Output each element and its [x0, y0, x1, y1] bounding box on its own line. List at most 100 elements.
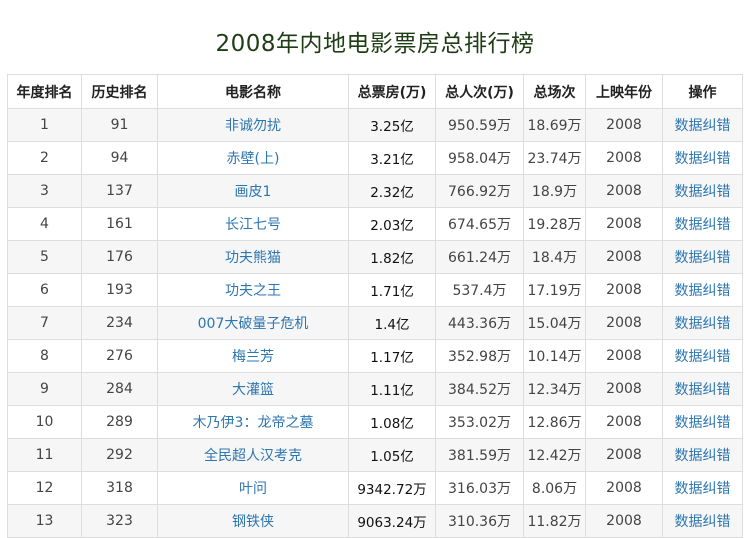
data-correction-link[interactable]: 数据纠错: [662, 471, 743, 505]
cell-box-office: 1.05亿: [348, 438, 436, 472]
cell-year-rank: 5: [7, 240, 82, 274]
header-action: 操作: [662, 74, 743, 109]
cell-release-year: 2008: [585, 504, 663, 538]
cell-shows: 15.04万: [523, 306, 586, 340]
cell-history-rank: 137: [81, 174, 158, 208]
cell-shows: 18.4万: [523, 240, 586, 274]
cell-release-year: 2008: [585, 273, 663, 307]
cell-box-office: 3.21亿: [348, 141, 436, 175]
table-row: 9 284 大灌篮 1.11亿 384.52万 12.34万 2008 数据纠错: [7, 372, 743, 406]
cell-history-rank: 176: [81, 240, 158, 274]
cell-box-office: 2.32亿: [348, 174, 436, 208]
cell-release-year: 2008: [585, 174, 663, 208]
cell-box-office: 1.08亿: [348, 405, 436, 439]
data-correction-link[interactable]: 数据纠错: [662, 438, 743, 472]
cell-release-year: 2008: [585, 405, 663, 439]
cell-shows: 12.42万: [523, 438, 586, 472]
film-name-link[interactable]: 画皮1: [157, 174, 349, 208]
cell-box-office: 9342.72万: [348, 471, 436, 505]
film-name-link[interactable]: 非诚勿扰: [157, 108, 349, 142]
page-title: 2008年内地电影票房总排行榜: [215, 31, 535, 57]
cell-audience: 381.59万: [435, 438, 524, 472]
header-year-rank: 年度排名: [7, 74, 82, 109]
cell-year-rank: 3: [7, 174, 82, 208]
film-name-link[interactable]: 木乃伊3：龙帝之墓: [157, 405, 349, 439]
cell-release-year: 2008: [585, 141, 663, 175]
data-correction-link[interactable]: 数据纠错: [662, 339, 743, 373]
cell-audience: 310.36万: [435, 504, 524, 538]
cell-box-office: 1.4亿: [348, 306, 436, 340]
cell-shows: 18.69万: [523, 108, 586, 142]
cell-history-rank: 292: [81, 438, 158, 472]
cell-year-rank: 7: [7, 306, 82, 340]
header-film-name: 电影名称: [157, 74, 349, 109]
cell-shows: 23.74万: [523, 141, 586, 175]
table-body: 1 91 非诚勿扰 3.25亿 950.59万 18.69万 2008 数据纠错 2 94 赤壁(上…: [7, 108, 743, 538]
table-row: 13 323 钢铁侠 9063.24万 310.36万 11.82万 2008 数据纠错: [7, 504, 743, 538]
table-row: 3 137 画皮1 2.32亿 766.92万 18.9万 2008 数据纠错: [7, 174, 743, 208]
cell-audience: 352.98万: [435, 339, 524, 373]
cell-history-rank: 193: [81, 273, 158, 307]
data-correction-link[interactable]: 数据纠错: [662, 306, 743, 340]
table-row: 5 176 功夫熊猫 1.82亿 661.24万 18.4万 2008 数据纠错: [7, 240, 743, 274]
cell-box-office: 1.17亿: [348, 339, 436, 373]
cell-audience: 674.65万: [435, 207, 524, 241]
cell-year-rank: 13: [7, 504, 82, 538]
table-row: 4 161 长江七号 2.03亿 674.65万 19.28万 2008 数据纠错: [7, 207, 743, 241]
film-name-link[interactable]: 钢铁侠: [157, 504, 349, 538]
header-box-office: 总票房(万): [348, 74, 436, 109]
data-correction-link[interactable]: 数据纠错: [662, 207, 743, 241]
cell-audience: 353.02万: [435, 405, 524, 439]
data-correction-link[interactable]: 数据纠错: [662, 240, 743, 274]
cell-history-rank: 323: [81, 504, 158, 538]
film-name-link[interactable]: 长江七号: [157, 207, 349, 241]
film-name-link[interactable]: 功夫熊猫: [157, 240, 349, 274]
cell-release-year: 2008: [585, 471, 663, 505]
cell-year-rank: 10: [7, 405, 82, 439]
film-name-link[interactable]: 大灌篮: [157, 372, 349, 406]
header-audience: 总人次(万): [435, 74, 524, 109]
table-row: 6 193 功夫之王 1.71亿 537.4万 17.19万 2008 数据纠错: [7, 273, 743, 307]
cell-audience: 384.52万: [435, 372, 524, 406]
data-correction-link[interactable]: 数据纠错: [662, 174, 743, 208]
table-row: 11 292 全民超人汉考克 1.05亿 381.59万 12.42万 2008 数据纠错: [7, 438, 743, 472]
film-name-link[interactable]: 功夫之王: [157, 273, 349, 307]
cell-year-rank: 8: [7, 339, 82, 373]
cell-release-year: 2008: [585, 207, 663, 241]
cell-release-year: 2008: [585, 240, 663, 274]
cell-box-office: 3.25亿: [348, 108, 436, 142]
cell-year-rank: 4: [7, 207, 82, 241]
data-correction-link[interactable]: 数据纠错: [662, 504, 743, 538]
film-name-link[interactable]: 007大破量子危机: [157, 306, 349, 340]
table-row: 12 318 叶问 9342.72万 316.03万 8.06万 2008 数据纠错: [7, 471, 743, 505]
data-correction-link[interactable]: 数据纠错: [662, 108, 743, 142]
cell-box-office: 1.11亿: [348, 372, 436, 406]
cell-history-rank: 318: [81, 471, 158, 505]
table-row: 2 94 赤壁(上) 3.21亿 958.04万 23.74万 2008 数据纠错: [7, 141, 743, 175]
cell-history-rank: 91: [81, 108, 158, 142]
data-correction-link[interactable]: 数据纠错: [662, 273, 743, 307]
cell-history-rank: 94: [81, 141, 158, 175]
data-correction-link[interactable]: 数据纠错: [662, 372, 743, 406]
data-correction-link[interactable]: 数据纠错: [662, 405, 743, 439]
cell-release-year: 2008: [585, 339, 663, 373]
table-header-row: 年度排名 历史排名 电影名称 总票房(万) 总人次(万) 总场次 上映年份 操作: [7, 74, 743, 109]
cell-audience: 443.36万: [435, 306, 524, 340]
cell-audience: 958.04万: [435, 141, 524, 175]
header-history-rank: 历史排名: [81, 74, 158, 109]
table-row: 8 276 梅兰芳 1.17亿 352.98万 10.14万 2008 数据纠错: [7, 339, 743, 373]
cell-shows: 18.9万: [523, 174, 586, 208]
film-name-link[interactable]: 赤壁(上): [157, 141, 349, 175]
cell-audience: 661.24万: [435, 240, 524, 274]
cell-shows: 8.06万: [523, 471, 586, 505]
film-name-link[interactable]: 全民超人汉考克: [157, 438, 349, 472]
film-name-link[interactable]: 梅兰芳: [157, 339, 349, 373]
data-correction-link[interactable]: 数据纠错: [662, 141, 743, 175]
film-name-link[interactable]: 叶问: [157, 471, 349, 505]
cell-box-office: 9063.24万: [348, 504, 436, 538]
cell-audience: 950.59万: [435, 108, 524, 142]
cell-box-office: 2.03亿: [348, 207, 436, 241]
cell-release-year: 2008: [585, 372, 663, 406]
cell-shows: 19.28万: [523, 207, 586, 241]
cell-shows: 17.19万: [523, 273, 586, 307]
